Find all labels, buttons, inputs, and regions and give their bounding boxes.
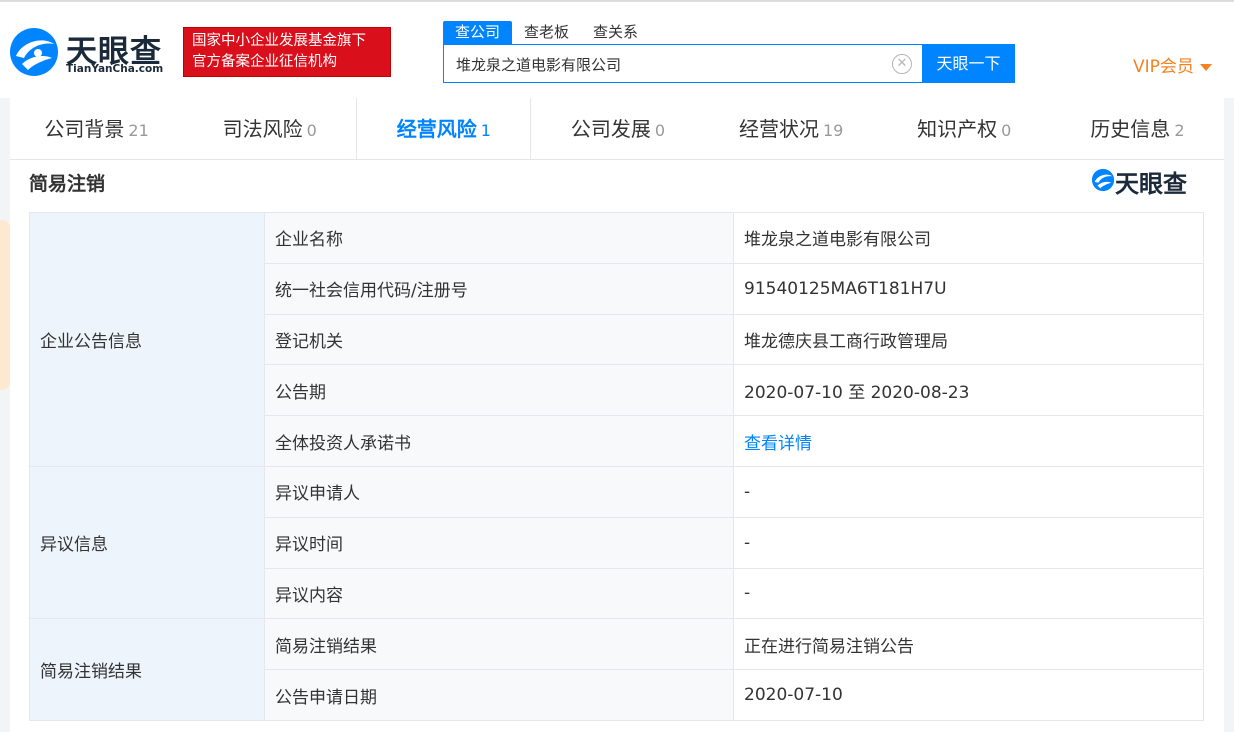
- row-value: 91540125MA6T181H7U: [733, 262, 1204, 315]
- tianyancha-logo-icon: [10, 28, 58, 76]
- search-tab-company[interactable]: 查公司: [443, 21, 513, 45]
- tab-count: 19: [822, 121, 844, 140]
- row-label: 公告期: [264, 364, 734, 417]
- row-value: 2020-07-10: [733, 669, 1204, 721]
- simple-deregistration-table: 企业公告信息 企业名称 堆龙泉之道电影有限公司 统一社会信用代码/注册号 915…: [29, 212, 1204, 721]
- official-badge[interactable]: 国家中小企业发展基金旗下 官方备案企业征信机构: [183, 27, 391, 77]
- table-row: 异议信息 异议申请人 -: [29, 465, 1204, 620]
- search-tab-relation[interactable]: 查关系: [581, 21, 650, 45]
- row-label: 异议申请人: [264, 465, 734, 518]
- tab-count: 1: [480, 121, 491, 140]
- tab-label: 知识产权: [917, 117, 998, 141]
- tianyancha-logo[interactable]: 天眼查 TianYanCha.com: [8, 26, 178, 78]
- section-title: 简易注销: [29, 173, 106, 195]
- top-header: 天眼查 TianYanCha.com 国家中小企业发展基金旗下 官方备案企业征信…: [0, 0, 1234, 98]
- clear-icon[interactable]: ✕: [892, 54, 912, 74]
- group-announcement-info: 企业公告信息: [29, 212, 265, 467]
- tab-label: 司法风险: [222, 117, 303, 141]
- search-input[interactable]: [456, 53, 886, 75]
- tab-operating-status[interactable]: 经营状况 19: [705, 98, 878, 159]
- row-label: 全体投资人承诺书: [264, 415, 734, 467]
- vip-label: VIP会员: [1133, 57, 1194, 77]
- tab-label: 经营状况: [738, 117, 819, 141]
- tab-count: 2: [1174, 121, 1185, 140]
- tab-count: 0: [306, 121, 317, 140]
- side-decoration: [0, 220, 10, 390]
- tab-label: 经营风险: [396, 117, 477, 141]
- watermark-logo-icon: [1091, 168, 1115, 192]
- caret-down-icon: [1199, 63, 1212, 71]
- tab-operating-risk[interactable]: 经营风险 1: [356, 98, 532, 159]
- view-details-link[interactable]: 查看详情: [744, 434, 812, 454]
- tab-count: 0: [654, 121, 666, 140]
- search-type-tabs: 查公司 查老板 查关系: [443, 21, 650, 45]
- row-value: -: [733, 465, 1204, 518]
- row-value: 堆龙德庆县工商行政管理局: [733, 313, 1204, 366]
- row-label: 统一社会信用代码/注册号: [264, 262, 734, 315]
- row-label: 简易注销结果: [264, 618, 734, 671]
- main-card: 公司背景 21 司法风险 0 经营风险 1 公司发展 0 经营状况 19 知识产权 0 历史…: [10, 98, 1224, 732]
- group-objection-info: 异议信息: [29, 465, 265, 620]
- tab-count: 21: [128, 121, 149, 140]
- tab-label: 公司发展: [570, 117, 651, 141]
- badge-line-1: 国家中小企业发展基金旗下: [192, 33, 366, 49]
- search-tab-boss[interactable]: 查老板: [512, 21, 581, 45]
- row-value: -: [733, 516, 1204, 569]
- badge-line-2: 官方备案企业征信机构: [192, 54, 337, 70]
- tianyancha-watermark: 天眼查: [1091, 166, 1203, 198]
- tab-intellectual-property[interactable]: 知识产权 0: [878, 98, 1051, 159]
- search-button[interactable]: 天眼一下: [922, 44, 1015, 83]
- company-nav-tabs: 公司背景 21 司法风险 0 经营风险 1 公司发展 0 经营状况 19 知识产权 0 历史…: [10, 98, 1224, 160]
- row-value: -: [733, 567, 1204, 620]
- search-box: ✕: [443, 44, 923, 83]
- group-deregistration-result: 简易注销结果: [29, 618, 265, 721]
- row-value: 正在进行简易注销公告: [733, 618, 1204, 671]
- tab-label: 公司背景: [44, 117, 125, 141]
- tab-count: 0: [1001, 121, 1012, 140]
- row-label: 登记机关: [264, 313, 734, 366]
- row-value: 堆龙泉之道电影有限公司: [733, 212, 1204, 264]
- row-label: 企业名称: [264, 212, 734, 264]
- logo-domain: TianYanCha.com: [66, 63, 164, 75]
- tab-judicial-risk[interactable]: 司法风险 0: [183, 98, 356, 159]
- watermark-text: 天眼查: [1115, 170, 1187, 198]
- vip-menu[interactable]: VIP会员: [1133, 52, 1212, 77]
- table-row: 企业公告信息 企业名称 堆龙泉之道电影有限公司: [29, 212, 1204, 467]
- tab-company-development[interactable]: 公司发展 0: [531, 98, 704, 159]
- row-label: 异议内容: [264, 567, 734, 620]
- row-value: 2020-07-10 至 2020-08-23: [733, 364, 1204, 417]
- row-label: 异议时间: [264, 516, 734, 569]
- row-value: 查看详情: [733, 415, 1204, 467]
- tab-label: 历史信息: [1090, 117, 1171, 141]
- table-row: 简易注销结果 简易注销结果 正在进行简易注销公告: [29, 618, 1204, 721]
- row-label: 公告申请日期: [264, 669, 734, 721]
- tab-history[interactable]: 历史信息 2: [1051, 98, 1224, 159]
- tab-company-background[interactable]: 公司背景 21: [10, 98, 183, 159]
